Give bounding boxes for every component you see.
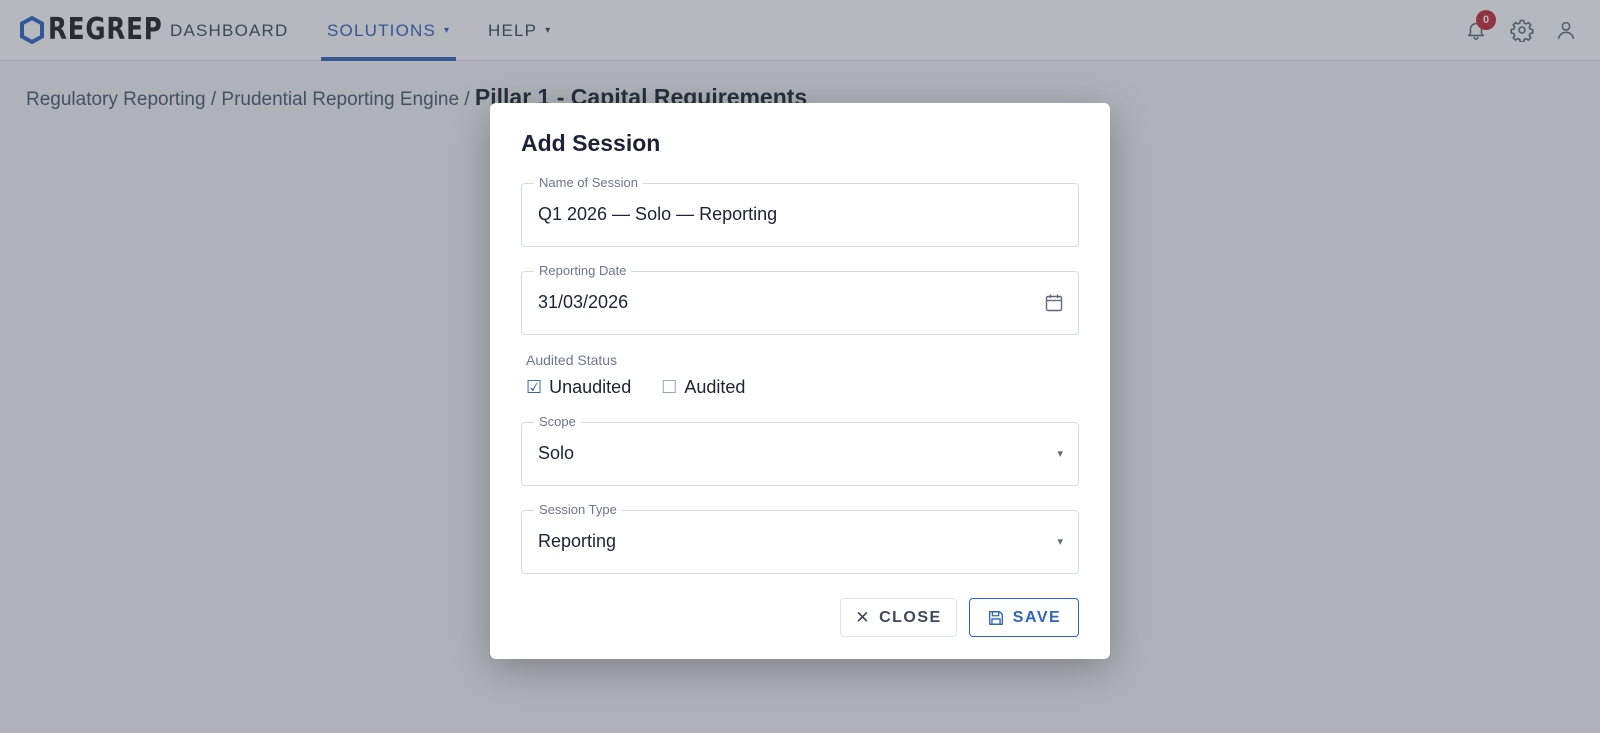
- scope-value: Solo: [538, 443, 575, 463]
- close-icon: ✕: [855, 607, 872, 628]
- session-type-value: Reporting: [538, 531, 617, 551]
- audited-option[interactable]: ☐ Audited: [661, 377, 745, 398]
- checked-checkbox-icon[interactable]: ☑: [526, 377, 542, 398]
- audited-status-group: ☑ Unaudited ☐ Audited: [526, 377, 775, 398]
- reporting-date-field[interactable]: Reporting Date 31/03/2026: [521, 263, 1079, 335]
- unaudited-option[interactable]: ☑ Unaudited: [526, 377, 631, 398]
- close-button-label: CLOSE: [879, 608, 942, 626]
- unchecked-checkbox-icon[interactable]: ☐: [661, 377, 677, 398]
- chevron-down-icon: ▾: [1057, 536, 1063, 548]
- audited-label: Audited: [684, 377, 746, 397]
- reporting-date-input[interactable]: 31/03/2026: [538, 272, 628, 333]
- unaudited-label: Unaudited: [549, 377, 632, 397]
- save-button[interactable]: SAVE: [969, 598, 1079, 637]
- session-name-field[interactable]: Name of Session Q1 2026 — Solo — Reporti…: [521, 175, 1079, 247]
- scope-select[interactable]: Scope Solo ▾: [521, 414, 1079, 486]
- close-button[interactable]: ✕ CLOSE: [840, 598, 957, 637]
- save-button-label: SAVE: [1012, 608, 1062, 626]
- audited-status-label: Audited Status: [526, 352, 618, 368]
- dialog-title: Add Session: [521, 130, 661, 156]
- session-type-select[interactable]: Session Type Reporting ▾: [521, 502, 1079, 574]
- session-name-input[interactable]: Q1 2026 — Solo — Reporting: [538, 184, 777, 245]
- calendar-icon[interactable]: [1044, 293, 1064, 313]
- chevron-down-icon: ▾: [1057, 448, 1063, 460]
- add-session-dialog: Add Session Name of Session Q1 2026 — So…: [490, 103, 1110, 659]
- save-icon: [987, 609, 1005, 627]
